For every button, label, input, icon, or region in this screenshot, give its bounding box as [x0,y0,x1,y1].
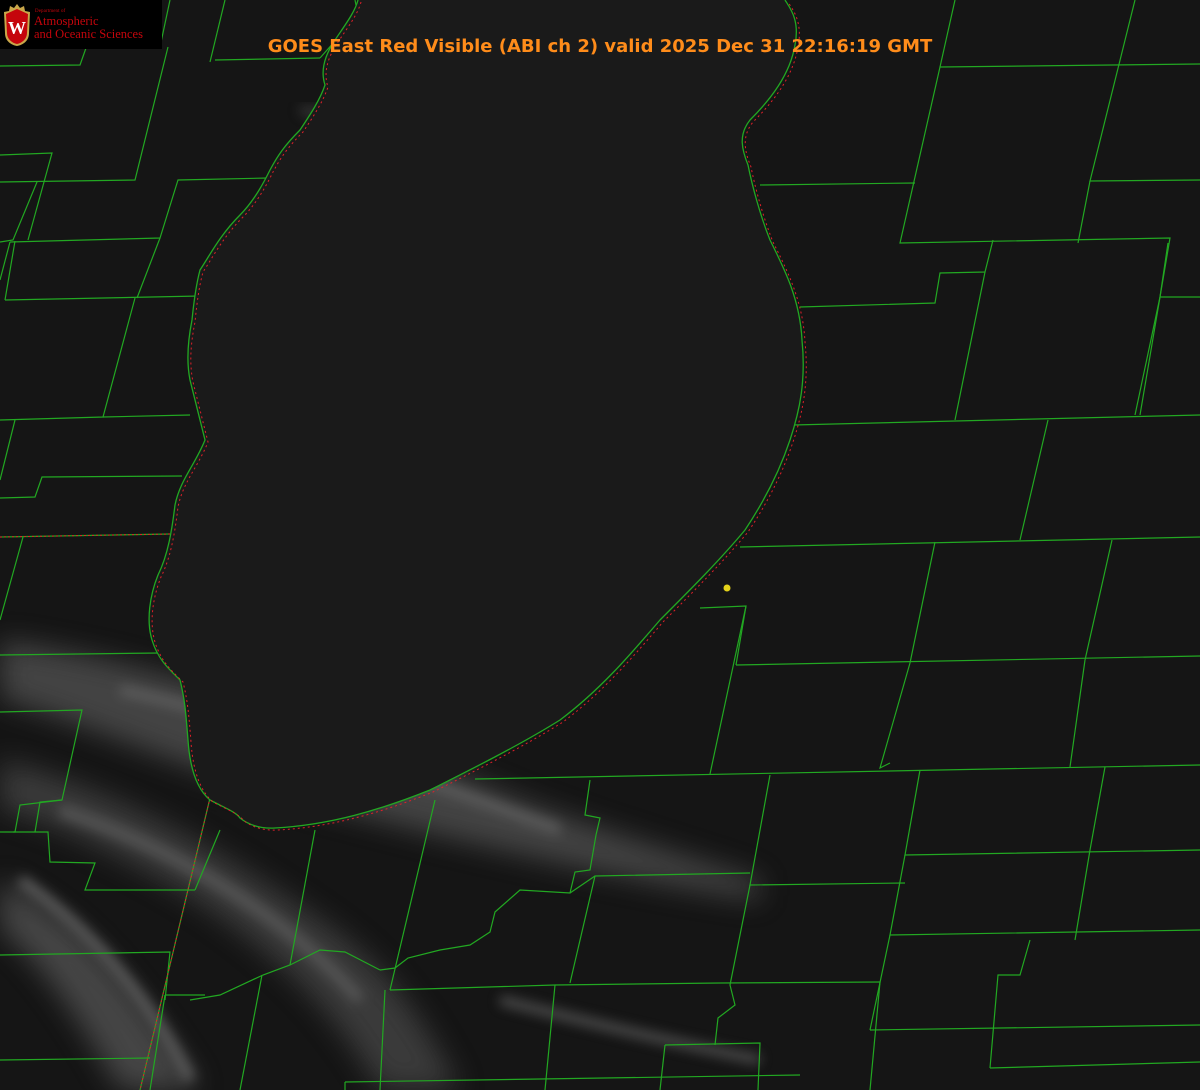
satellite-map [0,0,1200,1090]
map-title: GOES East Red Visible (ABI ch 2) valid 2… [267,36,933,57]
svg-text:W: W [8,18,26,38]
station-dot-icon[interactable] [723,584,731,592]
